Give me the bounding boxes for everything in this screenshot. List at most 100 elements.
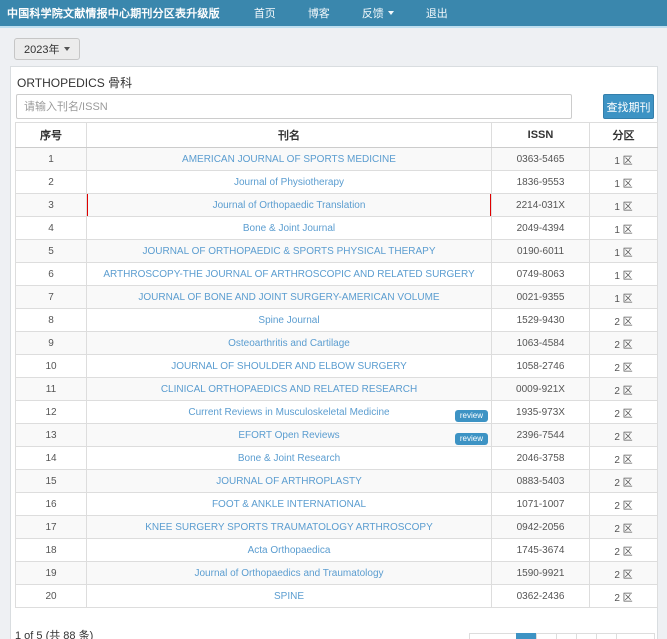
row-index: 18 xyxy=(16,539,87,562)
site-brand: 中国科学院文献情报中心期刊分区表升级版 xyxy=(7,5,220,21)
pagination-page-button[interactable]: 3 xyxy=(556,633,577,639)
journal-link[interactable]: JOURNAL OF SHOULDER AND ELBOW SURGERY xyxy=(171,361,407,372)
journal-name-cell: Journal of Orthopaedics and Traumatology xyxy=(87,562,492,585)
table-row: 11 CLINICAL ORTHOPAEDICS AND RELATED RESE… xyxy=(16,378,658,401)
table-row: 9Osteoarthritis and Cartilage1063-45842 … xyxy=(16,332,658,355)
table-row: 3Journal of Orthopaedic Translation2214-… xyxy=(16,194,658,217)
issn-cell: 1529-9430 xyxy=(492,309,590,332)
journal-link[interactable]: FOOT & ANKLE INTERNATIONAL xyxy=(212,499,366,510)
issn-cell: 0009-921X xyxy=(492,378,590,401)
journal-name-cell: Bone & Joint Journal xyxy=(87,217,492,240)
journal-link[interactable]: JOURNAL OF ARTHROPLASTY xyxy=(216,476,362,487)
journal-link[interactable]: SPINE xyxy=(274,591,304,602)
zone-cell: 2 区 xyxy=(590,378,658,401)
pagination-page-button[interactable]: 1 xyxy=(516,633,537,639)
issn-cell: 1063-4584 xyxy=(492,332,590,355)
pagination-page-button[interactable]: 4 xyxy=(576,633,597,639)
journal-link[interactable]: Bone & Joint Research xyxy=(238,453,340,464)
journal-name-cell: ARTHROSCOPY-THE JOURNAL OF ARTHROSCOPIC … xyxy=(87,263,492,286)
row-index: 1 xyxy=(16,148,87,171)
issn-cell: 2049-4394 xyxy=(492,217,590,240)
row-index: 20 xyxy=(16,585,87,608)
journal-link[interactable]: Journal of Orthopaedic Translation xyxy=(213,200,366,211)
nav-item-home[interactable]: 首页 xyxy=(254,5,276,21)
table-row: 18Acta Orthopaedica1745-36742 区 xyxy=(16,539,658,562)
table-row: 20 SPINE 0362-24362 区 xyxy=(16,585,658,608)
zone-cell: 2 区 xyxy=(590,332,658,355)
table-row: 15 JOURNAL OF ARTHROPLASTY 0883-54032 区 xyxy=(16,470,658,493)
row-index: 15 xyxy=(16,470,87,493)
pagination-next-button[interactable]: 下一页 xyxy=(616,633,655,639)
zone-cell: 2 区 xyxy=(590,424,658,447)
issn-cell: 0362-2436 xyxy=(492,585,590,608)
zone-cell: 2 区 xyxy=(590,401,658,424)
year-dropdown-button[interactable]: 2023年 xyxy=(14,38,80,60)
zone-cell: 2 区 xyxy=(590,562,658,585)
chevron-down-icon xyxy=(64,47,70,51)
journal-link[interactable]: Osteoarthritis and Cartilage xyxy=(228,338,350,349)
issn-cell: 0021-9355 xyxy=(492,286,590,309)
table-row: 8Spine Journal1529-94302 区 xyxy=(16,309,658,332)
header-index: 序号 xyxy=(16,123,87,148)
pagination-page-button[interactable]: 2 xyxy=(536,633,557,639)
zone-cell: 2 区 xyxy=(590,493,658,516)
row-index: 13 xyxy=(16,424,87,447)
issn-cell: 2396-7544 xyxy=(492,424,590,447)
table-row: 6ARTHROSCOPY-THE JOURNAL OF ARTHROSCOPIC… xyxy=(16,263,658,286)
row-index: 14 xyxy=(16,447,87,470)
page: 中国科学院文献情报中心期刊分区表升级版 首页 博客 反馈 退出 2023年 OR… xyxy=(0,0,667,639)
nav-item-feedback[interactable]: 反馈 xyxy=(362,5,394,21)
zone-cell: 1 区 xyxy=(590,263,658,286)
table-row: 4Bone & Joint Journal2049-43941 区 xyxy=(16,217,658,240)
content-panel: ORTHOPEDICS 骨科 查找期刊 序号 刊名 ISSN 分区 1AMERI… xyxy=(10,66,658,639)
journal-link[interactable]: AMERICAN JOURNAL OF SPORTS MEDICINE xyxy=(182,154,396,165)
zone-cell: 2 区 xyxy=(590,585,658,608)
issn-cell: 0883-5403 xyxy=(492,470,590,493)
journal-link[interactable]: Journal of Physiotherapy xyxy=(234,177,344,188)
search-journal-button[interactable]: 查找期刊 xyxy=(603,94,654,119)
nav-item-logout[interactable]: 退出 xyxy=(426,5,448,21)
journal-name-cell: FOOT & ANKLE INTERNATIONAL xyxy=(87,493,492,516)
journal-link[interactable]: EFORT Open Reviews xyxy=(238,430,339,441)
row-index: 3 xyxy=(16,194,87,217)
table-row: 17KNEE SURGERY SPORTS TRAUMATOLOGY ARTHR… xyxy=(16,516,658,539)
zone-cell: 2 区 xyxy=(590,447,658,470)
journal-link[interactable]: Acta Orthopaedica xyxy=(248,545,331,556)
row-index: 11 xyxy=(16,378,87,401)
journal-name-cell: JOURNAL OF ORTHOPAEDIC & SPORTS PHYSICAL… xyxy=(87,240,492,263)
issn-cell: 0749-8063 xyxy=(492,263,590,286)
journal-link[interactable]: JOURNAL OF ORTHOPAEDIC & SPORTS PHYSICAL… xyxy=(142,246,435,257)
journal-name-cell: Acta Orthopaedica xyxy=(87,539,492,562)
header-zone: 分区 xyxy=(590,123,658,148)
journal-link[interactable]: Spine Journal xyxy=(258,315,319,326)
journal-name-cell: Current Reviews in Musculoskeletal Medic… xyxy=(87,401,492,424)
search-input[interactable] xyxy=(16,94,572,119)
nav-item-blog[interactable]: 博客 xyxy=(308,5,330,21)
table-row: 16FOOT & ANKLE INTERNATIONAL1071-10072 区 xyxy=(16,493,658,516)
journal-name-cell: CLINICAL ORTHOPAEDICS AND RELATED RESEAR… xyxy=(87,378,492,401)
row-index: 19 xyxy=(16,562,87,585)
journal-name-cell: SPINE xyxy=(87,585,492,608)
issn-cell: 1935-973X xyxy=(492,401,590,424)
journal-name-cell: KNEE SURGERY SPORTS TRAUMATOLOGY ARTHROS… xyxy=(87,516,492,539)
journal-name-cell: AMERICAN JOURNAL OF SPORTS MEDICINE xyxy=(87,148,492,171)
issn-cell: 0363-5465 xyxy=(492,148,590,171)
journal-link[interactable]: Current Reviews in Musculoskeletal Medic… xyxy=(188,407,389,418)
journal-link[interactable]: JOURNAL OF BONE AND JOINT SURGERY-AMERIC… xyxy=(138,292,439,303)
pagination: 上一页12345下一页 xyxy=(470,633,655,639)
journal-link[interactable]: CLINICAL ORTHOPAEDICS AND RELATED RESEAR… xyxy=(161,384,417,395)
table-row: 19 Journal of Orthopaedics and Traumatolo… xyxy=(16,562,658,585)
row-index: 8 xyxy=(16,309,87,332)
pagination-prev-button[interactable]: 上一页 xyxy=(469,633,517,639)
journal-link[interactable]: Journal of Orthopaedics and Traumatology xyxy=(195,568,384,579)
row-index: 16 xyxy=(16,493,87,516)
issn-cell: 1590-9921 xyxy=(492,562,590,585)
journal-name-cell: JOURNAL OF BONE AND JOINT SURGERY-AMERIC… xyxy=(87,286,492,309)
journal-link[interactable]: ARTHROSCOPY-THE JOURNAL OF ARTHROSCOPIC … xyxy=(103,269,474,280)
zone-cell: 2 区 xyxy=(590,470,658,493)
journal-link[interactable]: KNEE SURGERY SPORTS TRAUMATOLOGY ARTHROS… xyxy=(145,522,433,533)
zone-cell: 1 区 xyxy=(590,286,658,309)
pagination-page-button[interactable]: 5 xyxy=(596,633,617,639)
review-badge: review xyxy=(455,433,488,445)
journal-link[interactable]: Bone & Joint Journal xyxy=(243,223,335,234)
